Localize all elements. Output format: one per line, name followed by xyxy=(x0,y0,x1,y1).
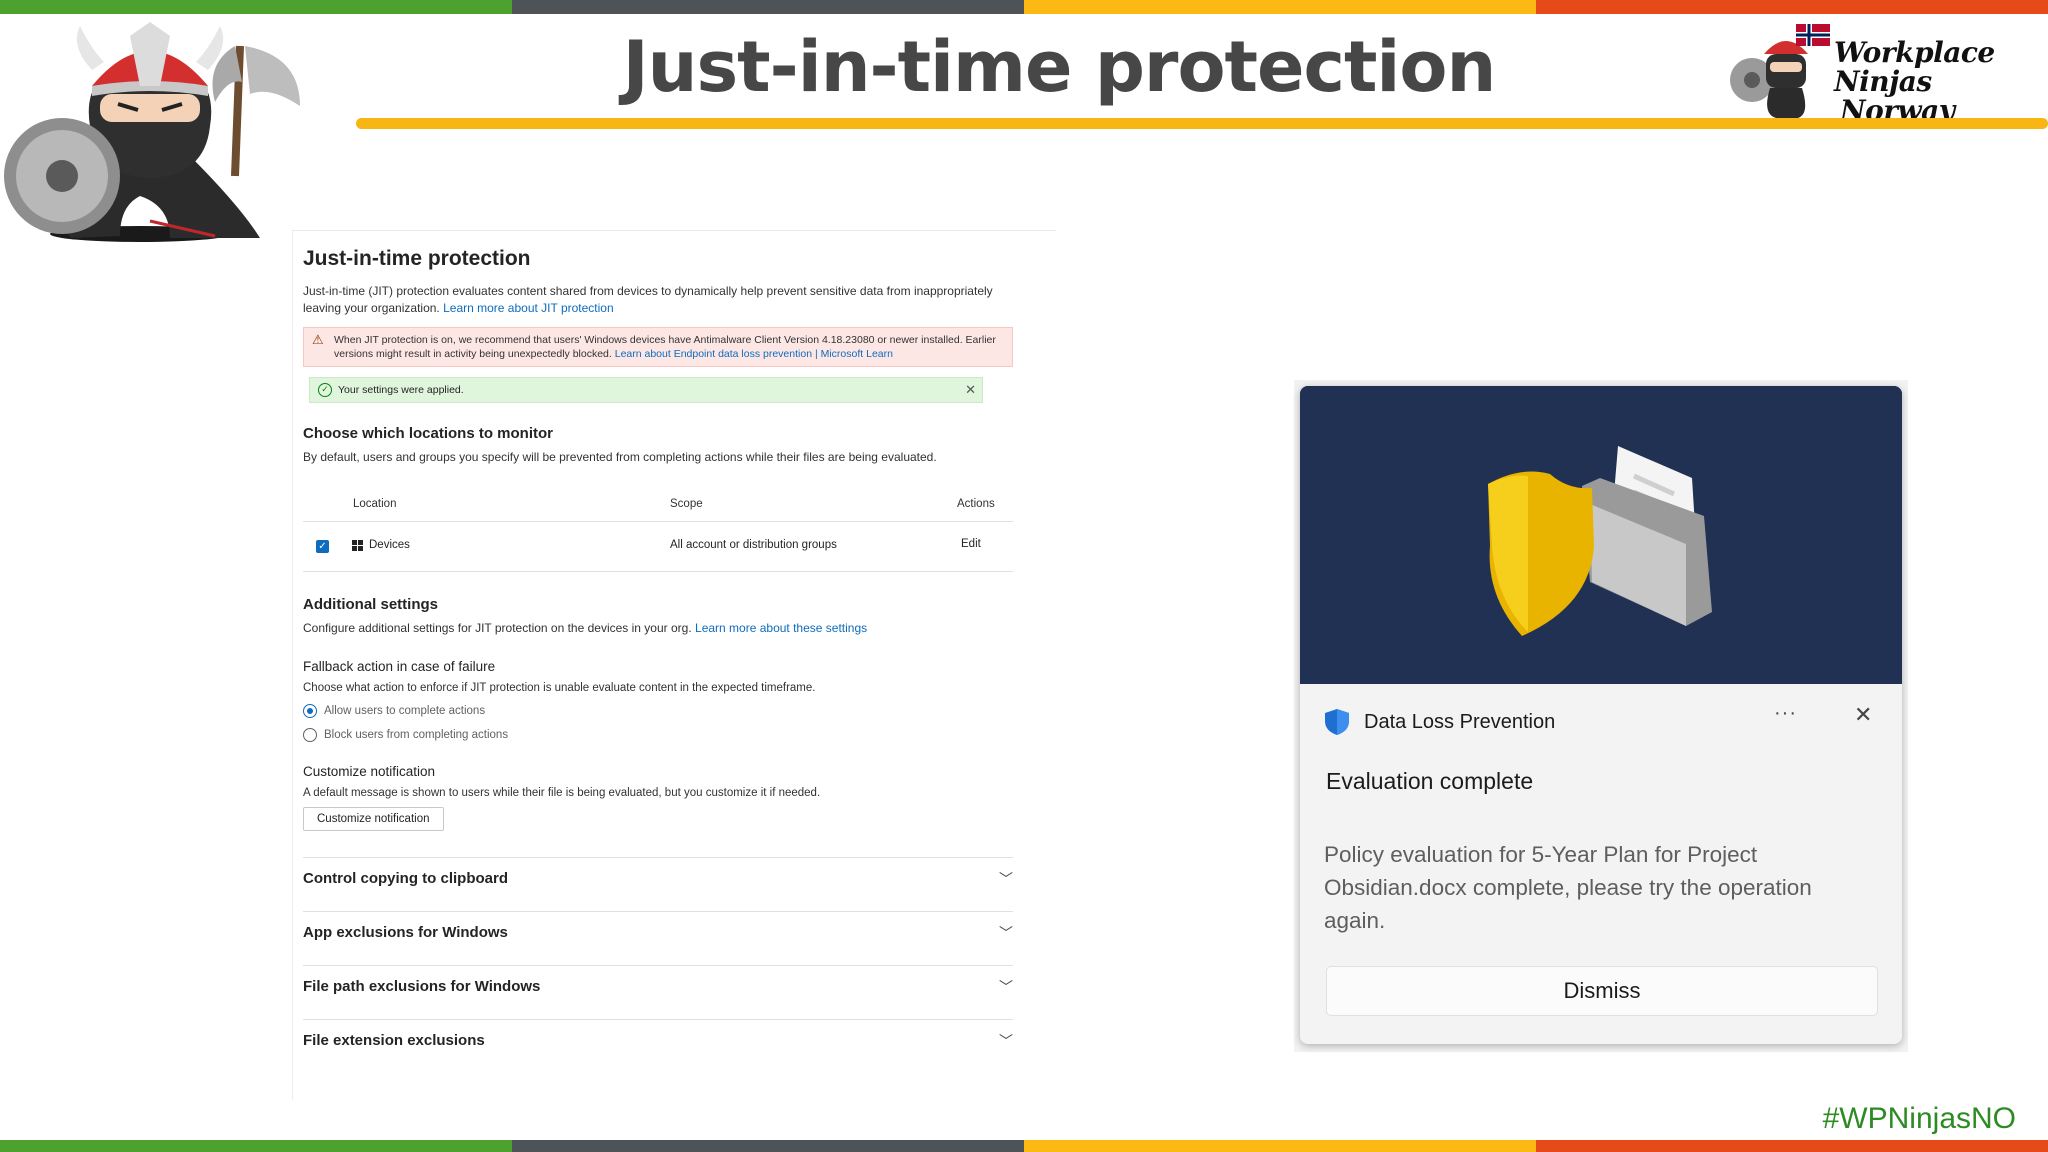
accordion-file-path-exclusions[interactable]: File path exclusions for Windows ﹀ xyxy=(303,965,1013,1019)
toast-screenshot-frame: Data Loss Prevention ··· ✕ Evaluation co… xyxy=(1294,380,1908,1052)
hashtag: #WPNinjasNO xyxy=(1822,1102,2016,1135)
jit-settings-panel: Just-in-time protection Just-in-time (JI… xyxy=(292,230,1056,1100)
more-options-icon[interactable]: ··· xyxy=(1774,702,1797,725)
table-row: ✓ Devices All account or distribution gr… xyxy=(303,522,1013,572)
locations-table: Location Scope Actions ✓ Devices All acc… xyxy=(303,488,1013,572)
fallback-description: Choose what action to enforce if JIT pro… xyxy=(303,682,816,694)
accordion-label: File path exclusions for Windows xyxy=(303,978,541,995)
customize-notification-description: A default message is shown to users whil… xyxy=(303,787,821,799)
additional-settings-title: Additional settings xyxy=(303,596,438,613)
toast-body: Policy evaluation for 5-Year Plan for Pr… xyxy=(1324,842,1812,933)
radio-allow-users[interactable]: Allow users to complete actions xyxy=(303,704,1056,718)
panel-description-text: Just-in-time (JIT) protection evaluates … xyxy=(303,284,993,315)
bottom-color-stripe xyxy=(0,1140,2048,1152)
toast-app-name: Data Loss Prevention xyxy=(1364,710,1556,733)
endpoint-dlp-learn-link[interactable]: Learn about Endpoint data loss preventio… xyxy=(615,348,893,360)
checkmark-circle-icon: ✓ xyxy=(318,383,332,397)
title-underline xyxy=(356,118,2048,129)
customize-notification-button[interactable]: Customize notification xyxy=(303,807,444,831)
accordion-app-exclusions[interactable]: App exclusions for Windows ﹀ xyxy=(303,911,1013,965)
row-location: Devices xyxy=(369,539,410,551)
column-location: Location xyxy=(353,498,397,510)
radio-block-users[interactable]: Block users from completing actions xyxy=(303,728,1056,742)
additional-settings-description: Configure additional settings for JIT pr… xyxy=(303,621,1056,635)
devices-checkbox[interactable]: ✓ xyxy=(316,540,329,553)
column-actions: Actions xyxy=(957,498,995,510)
panel-description: Just-in-time (JIT) protection evaluates … xyxy=(303,283,1023,317)
warning-icon: ⚠ xyxy=(312,332,324,347)
accordion-label: File extension exclusions xyxy=(303,1032,485,1049)
radio-selected-icon xyxy=(303,704,317,718)
fallback-title: Fallback action in case of failure xyxy=(303,659,496,674)
column-scope: Scope xyxy=(670,498,703,510)
learn-more-settings-link[interactable]: Learn more about these settings xyxy=(695,621,867,635)
edit-link[interactable]: Edit xyxy=(961,538,981,550)
accordion-label: Control copying to clipboard xyxy=(303,870,508,887)
additional-settings-text: Configure additional settings for JIT pr… xyxy=(303,621,692,635)
radio-block-label: Block users from completing actions xyxy=(324,729,509,741)
settings-accordion: Control copying to clipboard ﹀ App exclu… xyxy=(303,857,1013,1073)
dlp-toast-notification: Data Loss Prevention ··· ✕ Evaluation co… xyxy=(1300,386,1902,1044)
customize-notification-title: Customize notification xyxy=(303,764,436,779)
accordion-clipboard[interactable]: Control copying to clipboard ﹀ xyxy=(303,857,1013,911)
toast-subject: Evaluation complete xyxy=(1326,768,1534,794)
close-banner-icon[interactable]: ✕ xyxy=(965,378,976,402)
slide-title: Just-in-time protection xyxy=(622,26,1497,108)
locations-section-title: Choose which locations to monitor xyxy=(303,425,554,442)
accordion-file-extension-exclusions[interactable]: File extension exclusions ﹀ xyxy=(303,1019,1013,1073)
chevron-down-icon: ﹀ xyxy=(999,871,1013,887)
row-scope: All account or distribution groups xyxy=(670,539,837,551)
radio-unselected-icon xyxy=(303,728,317,742)
close-icon[interactable]: ✕ xyxy=(1854,702,1872,728)
chevron-down-icon: ﹀ xyxy=(999,1033,1013,1049)
accordion-label: App exclusions for Windows xyxy=(303,924,508,941)
windows-icon xyxy=(352,540,363,551)
warning-banner: ⚠ When JIT protection is on, we recommen… xyxy=(303,327,1013,367)
success-text: Your settings were applied. xyxy=(338,384,464,396)
dlp-shield-icon xyxy=(1325,709,1349,735)
radio-allow-label: Allow users to complete actions xyxy=(324,705,486,717)
toast-header: Data Loss Prevention xyxy=(1324,708,1555,736)
locations-description: By default, users and groups you specify… xyxy=(303,450,937,464)
learn-more-jit-link[interactable]: Learn more about JIT protection xyxy=(443,301,614,315)
success-banner: ✓ Your settings were applied. ✕ xyxy=(309,377,983,403)
dismiss-button[interactable]: Dismiss xyxy=(1326,966,1878,1016)
shield-folder-hero-image xyxy=(1300,386,1902,684)
chevron-down-icon: ﹀ xyxy=(999,925,1013,941)
chevron-down-icon: ﹀ xyxy=(999,979,1013,995)
table-header: Location Scope Actions xyxy=(303,488,1013,522)
panel-title: Just-in-time protection xyxy=(303,247,531,270)
